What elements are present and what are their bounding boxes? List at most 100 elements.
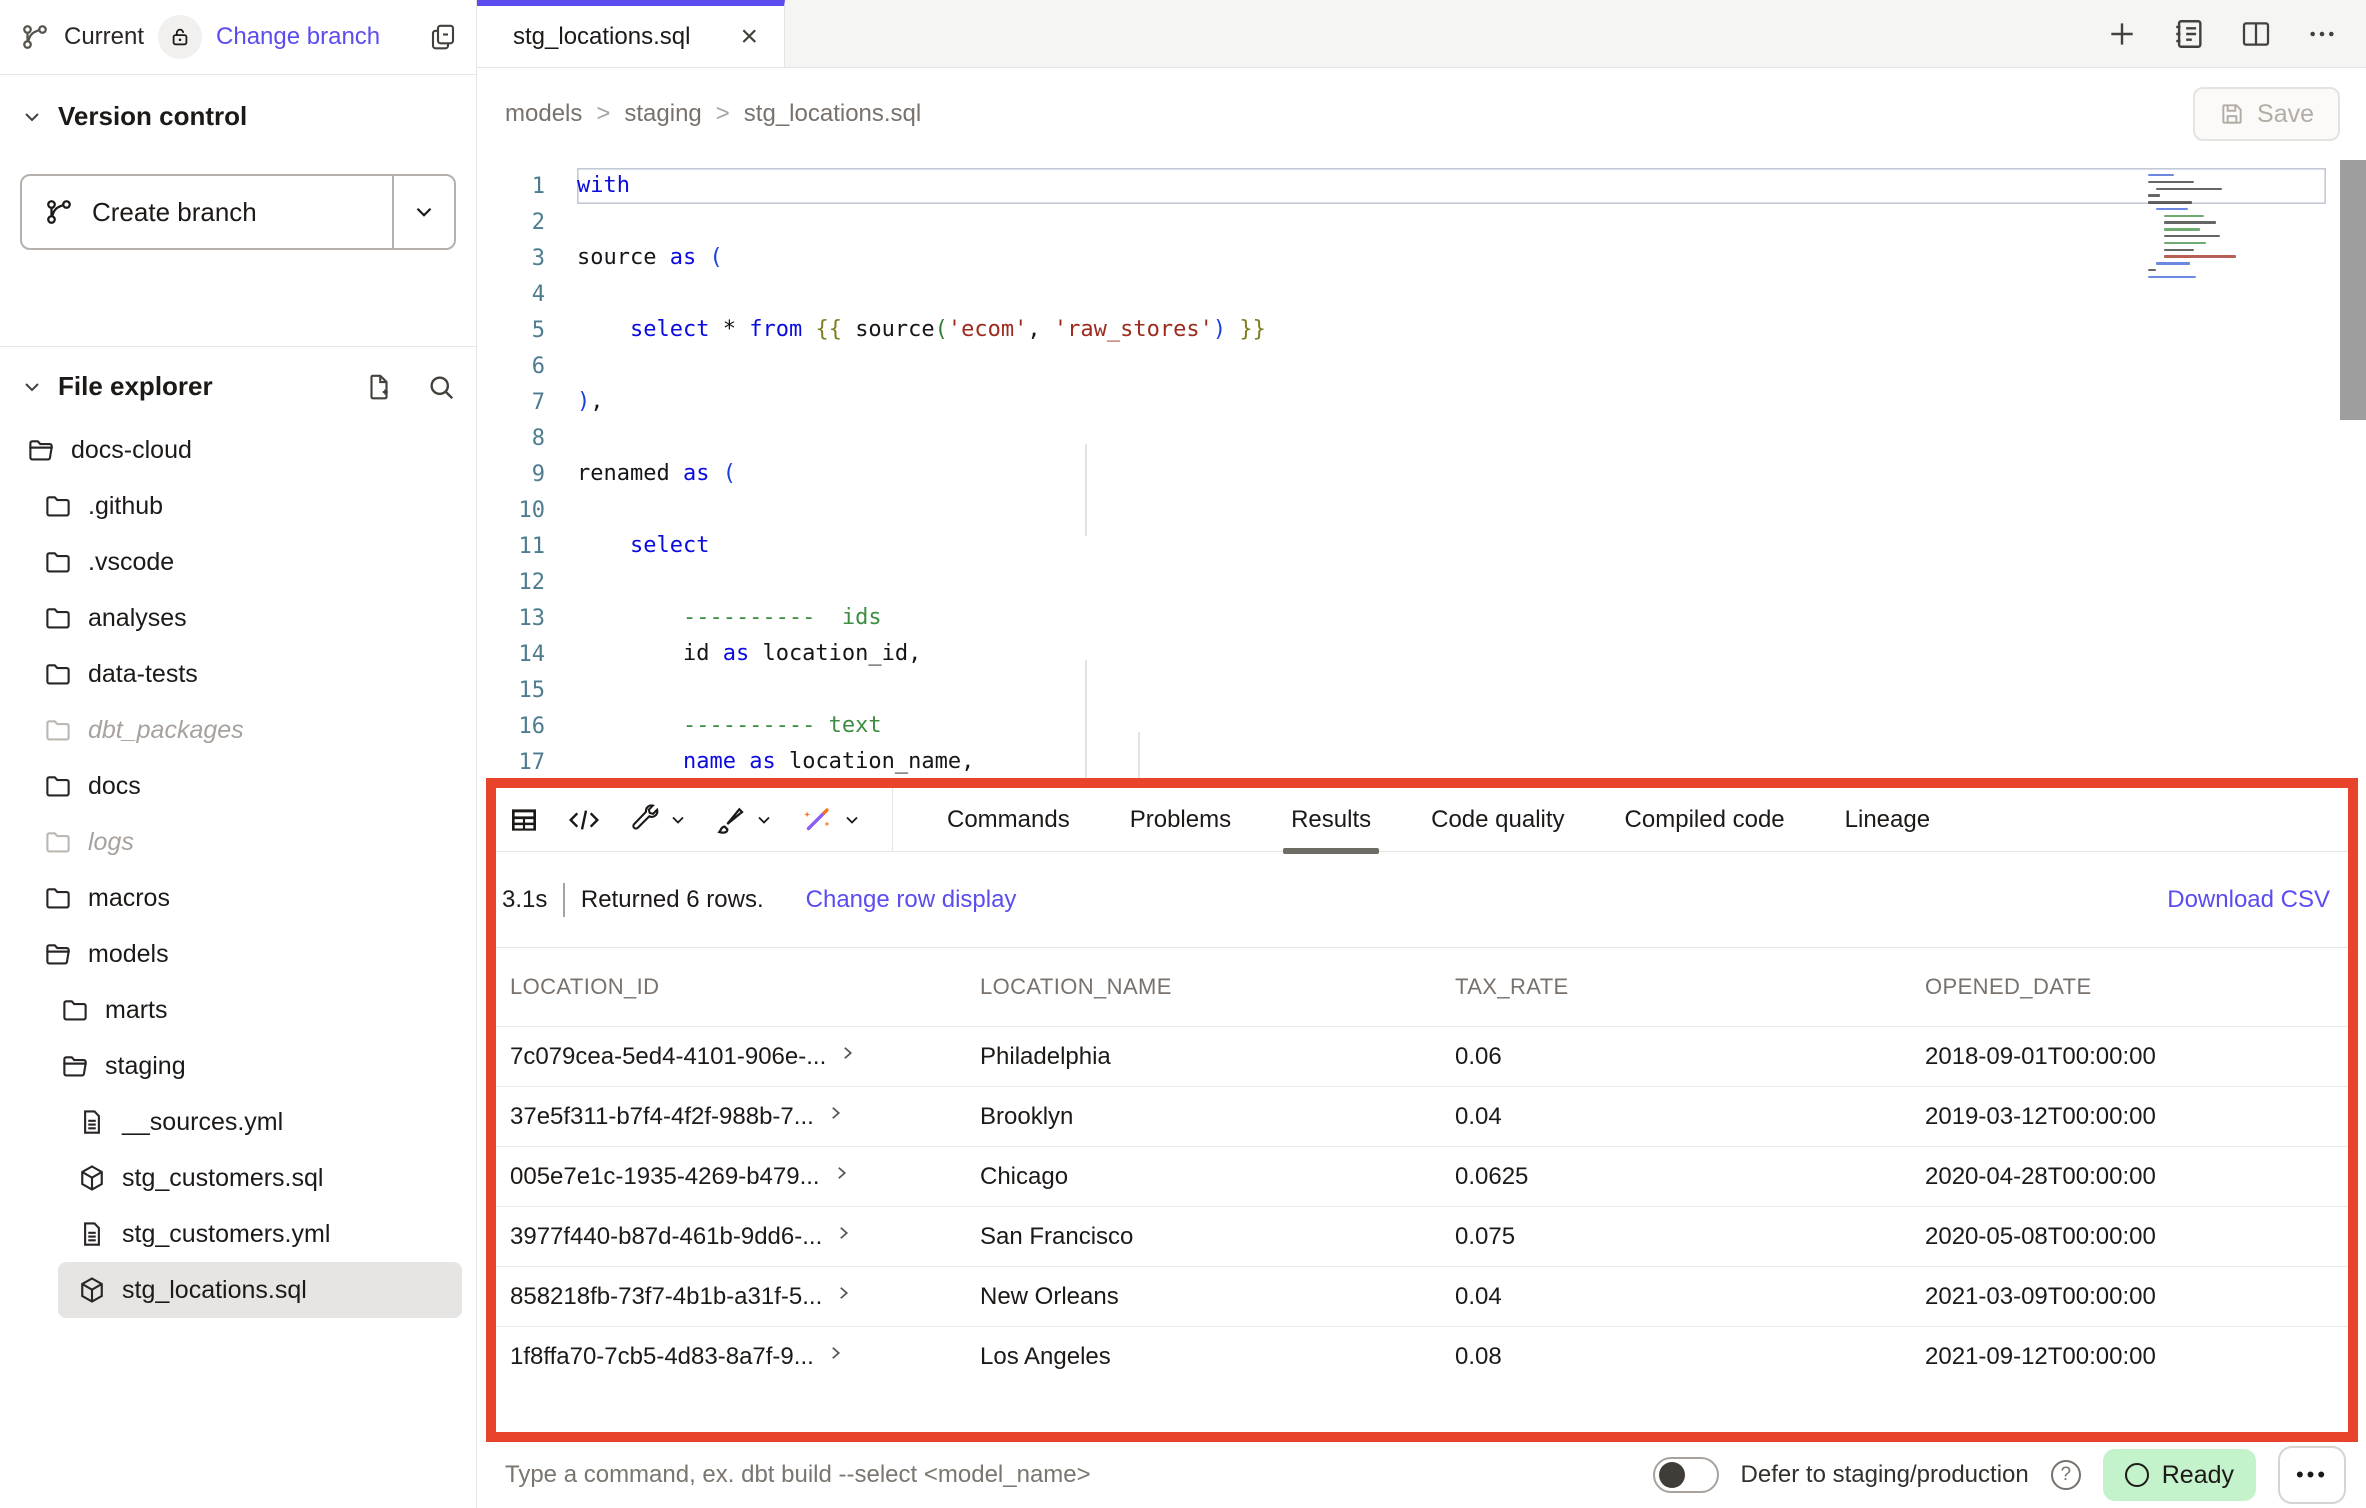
create-branch-button[interactable]: Create branch bbox=[22, 176, 392, 248]
folder-icon bbox=[60, 995, 90, 1025]
code-line-9[interactable]: 9renamed as ( bbox=[477, 456, 2366, 492]
more-options-icon[interactable] bbox=[2306, 18, 2338, 50]
table-row[interactable]: 1f8ffa70-7cb5-4d83-8a7f-9...Los Angeles0… bbox=[496, 1326, 2348, 1386]
folder-open-icon bbox=[26, 435, 56, 465]
code-line-6[interactable]: 6 bbox=[477, 348, 2366, 384]
create-branch-label: Create branch bbox=[92, 197, 257, 228]
notebook-icon[interactable] bbox=[2172, 17, 2206, 51]
branch-bar: Current Change branch bbox=[0, 0, 476, 75]
code-line-17[interactable]: 17 name as location_name, bbox=[477, 744, 2366, 778]
code-line-4[interactable]: 4 bbox=[477, 276, 2366, 312]
tree-item-staging[interactable]: staging bbox=[0, 1038, 476, 1094]
tree-item-label: marts bbox=[105, 996, 168, 1025]
tree-item-models[interactable]: models bbox=[0, 926, 476, 982]
tree-item--sources-yml[interactable]: __sources.yml bbox=[0, 1094, 476, 1150]
table-row[interactable]: 005e7e1c-1935-4269-b479...Chicago0.06252… bbox=[496, 1146, 2348, 1206]
chevron-down-icon[interactable] bbox=[20, 375, 44, 399]
chevron-down-icon bbox=[668, 810, 688, 830]
tree-item-dbt-packages[interactable]: dbt_packages bbox=[0, 702, 476, 758]
table-row[interactable]: 7c079cea-5ed4-4101-906e-...Philadelphia0… bbox=[496, 1026, 2348, 1086]
code-line-3[interactable]: 3source as ( bbox=[477, 240, 2366, 276]
code-line-11[interactable]: 11 select bbox=[477, 528, 2366, 564]
copy-icon[interactable] bbox=[428, 22, 458, 52]
code-line-2[interactable]: 2 bbox=[477, 204, 2366, 240]
editor-scrollbar[interactable] bbox=[2340, 160, 2366, 420]
tree-item-stg-locations-sql[interactable]: stg_locations.sql bbox=[58, 1262, 462, 1318]
tree-item-analyses[interactable]: analyses bbox=[0, 590, 476, 646]
tree-item-data-tests[interactable]: data-tests bbox=[0, 646, 476, 702]
expand-cell-icon[interactable] bbox=[832, 1164, 850, 1182]
cell-location_id: 3977f440-b87d-461b-9dd6-... bbox=[496, 1223, 966, 1251]
breadcrumb-item[interactable]: stg_locations.sql bbox=[744, 100, 921, 128]
build-wrench-menu[interactable] bbox=[628, 804, 688, 836]
ready-status-button[interactable]: Ready bbox=[2103, 1449, 2256, 1501]
chevron-down-icon bbox=[754, 810, 774, 830]
panel-tab-lineage[interactable]: Lineage bbox=[1815, 788, 1960, 851]
table-row[interactable]: 37e5f311-b7f4-4f2f-988b-7...Brooklyn0.04… bbox=[496, 1086, 2348, 1146]
code-editor[interactable]: 1with23source as (45 select * from {{ so… bbox=[477, 160, 2366, 778]
expand-cell-icon[interactable] bbox=[834, 1224, 852, 1242]
code-line-15[interactable]: 15 bbox=[477, 672, 2366, 708]
help-icon[interactable]: ? bbox=[2051, 1460, 2081, 1490]
panel-tab-problems[interactable]: Problems bbox=[1100, 788, 1261, 851]
tree-item-docs-cloud[interactable]: docs-cloud bbox=[0, 422, 476, 478]
panel-tab-results[interactable]: Results bbox=[1261, 788, 1401, 851]
tree-item--github[interactable]: .github bbox=[0, 478, 476, 534]
code-view-icon[interactable] bbox=[566, 804, 602, 836]
split-editor-icon[interactable] bbox=[2240, 18, 2272, 50]
tree-item-macros[interactable]: macros bbox=[0, 870, 476, 926]
line-number: 5 bbox=[477, 318, 577, 343]
expand-cell-icon[interactable] bbox=[826, 1104, 844, 1122]
ai-wand-menu[interactable] bbox=[800, 803, 862, 837]
panel-tab-commands[interactable]: Commands bbox=[917, 788, 1100, 851]
code-line-8[interactable]: 8 bbox=[477, 420, 2366, 456]
new-file-icon[interactable] bbox=[364, 372, 394, 402]
tree-item-label: stg_customers.yml bbox=[122, 1220, 330, 1249]
panel-tab-compiled-code[interactable]: Compiled code bbox=[1595, 788, 1815, 851]
code-line-1[interactable]: 1with bbox=[477, 168, 2366, 204]
tree-item-docs[interactable]: docs bbox=[0, 758, 476, 814]
download-csv-link[interactable]: Download CSV bbox=[2167, 886, 2330, 914]
create-branch-dropdown[interactable] bbox=[392, 176, 454, 248]
panel-tab-code-quality[interactable]: Code quality bbox=[1401, 788, 1594, 851]
change-branch-link[interactable]: Change branch bbox=[216, 23, 380, 51]
file-tree: docs-cloud.github.vscodeanalysesdata-tes… bbox=[0, 422, 476, 1508]
code-line-13[interactable]: 13 ---------- ids bbox=[477, 600, 2366, 636]
cell-opened_date: 2021-03-09T00:00:00 bbox=[1911, 1283, 2348, 1311]
save-button[interactable]: Save bbox=[2193, 87, 2340, 141]
code-line-7[interactable]: 7), bbox=[477, 384, 2366, 420]
expand-cell-icon[interactable] bbox=[834, 1284, 852, 1302]
tab-stg-locations-sql[interactable]: stg_locations.sql × bbox=[477, 0, 785, 67]
new-tab-plus-icon[interactable] bbox=[2106, 18, 2138, 50]
search-icon[interactable] bbox=[426, 372, 456, 402]
code-text bbox=[577, 564, 2326, 600]
tree-item--vscode[interactable]: .vscode bbox=[0, 534, 476, 590]
expand-cell-icon[interactable] bbox=[838, 1044, 856, 1062]
more-options-button[interactable]: ••• bbox=[2278, 1446, 2346, 1504]
code-line-5[interactable]: 5 select * from {{ source('ecom', 'raw_s… bbox=[477, 312, 2366, 348]
change-row-display-link[interactable]: Change row display bbox=[806, 886, 1017, 914]
code-line-12[interactable]: 12 bbox=[477, 564, 2366, 600]
defer-toggle[interactable] bbox=[1653, 1457, 1719, 1493]
cell-location_name: Philadelphia bbox=[966, 1043, 1441, 1071]
chevron-down-icon[interactable] bbox=[20, 105, 44, 129]
code-line-10[interactable]: 10 bbox=[477, 492, 2366, 528]
table-row[interactable]: 858218fb-73f7-4b1b-a31f-5...New Orleans0… bbox=[496, 1266, 2348, 1326]
command-input[interactable] bbox=[505, 1461, 1631, 1489]
tree-item-stg-customers-yml[interactable]: stg_customers.yml bbox=[0, 1206, 476, 1262]
format-brush-menu[interactable] bbox=[714, 804, 774, 836]
tab-close-icon[interactable]: × bbox=[740, 22, 758, 52]
breadcrumb-item[interactable]: models bbox=[505, 100, 582, 128]
table-row[interactable]: 3977f440-b87d-461b-9dd6-...San Francisco… bbox=[496, 1206, 2348, 1266]
minimap[interactable] bbox=[2148, 174, 2280, 283]
expand-cell-icon[interactable] bbox=[826, 1344, 844, 1362]
tree-item-logs[interactable]: logs bbox=[0, 814, 476, 870]
tree-item-label: docs bbox=[88, 772, 141, 801]
table-view-icon[interactable] bbox=[508, 804, 540, 836]
tree-item-marts[interactable]: marts bbox=[0, 982, 476, 1038]
code-line-16[interactable]: 16 ---------- text bbox=[477, 708, 2366, 744]
breadcrumb-item[interactable]: staging bbox=[624, 100, 701, 128]
tree-item-label: logs bbox=[88, 828, 134, 857]
tree-item-stg-customers-sql[interactable]: stg_customers.sql bbox=[0, 1150, 476, 1206]
code-line-14[interactable]: 14 id as location_id, bbox=[477, 636, 2366, 672]
